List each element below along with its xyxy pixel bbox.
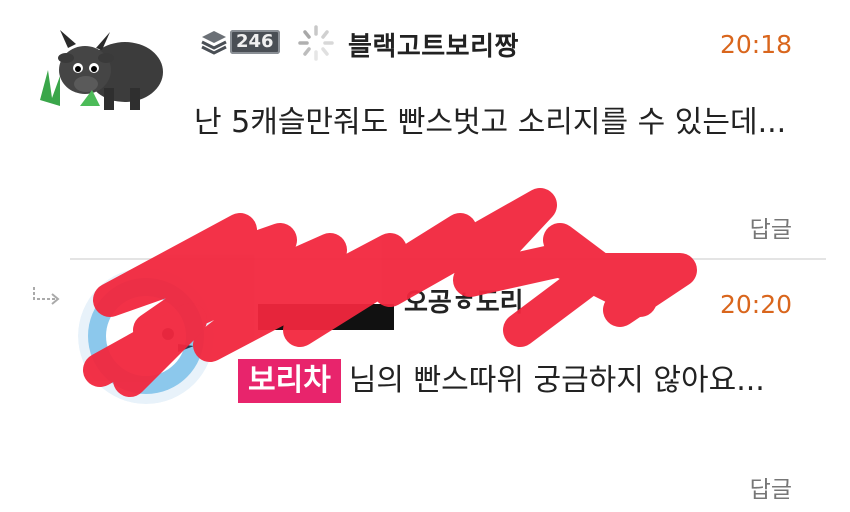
- mention-tag[interactable]: 보리차: [238, 359, 341, 403]
- reply-text-block: 보리차 님의 빤스따위 궁금하지 않아요...: [238, 350, 798, 412]
- reply-arrow-icon: [33, 287, 60, 305]
- reply-button-2[interactable]: 답글: [750, 470, 792, 504]
- level-number: 246: [230, 30, 280, 54]
- reply-text: 님의 빤스따위 궁금하지 않아요...: [348, 363, 765, 398]
- comment-text: 난 5캐슬만줘도 빤스벗고 소리지를 수 있는데...: [194, 105, 787, 140]
- avatar-goat[interactable]: [30, 10, 166, 132]
- reply-button[interactable]: 답글: [750, 210, 792, 244]
- level-badge: 246: [200, 28, 280, 56]
- comment-username[interactable]: 블랙고트보리짱: [348, 26, 519, 63]
- rank-icon: [201, 31, 227, 55]
- loading-icon: [298, 25, 334, 61]
- reply-time: 20:20: [719, 290, 792, 319]
- censored-badge: [258, 304, 394, 330]
- comment-time: 20:18: [719, 30, 792, 59]
- reply-username[interactable]: 오공ㅎ도리: [404, 282, 524, 319]
- avatar-penguin[interactable]: [78, 268, 214, 404]
- divider: [70, 258, 826, 260]
